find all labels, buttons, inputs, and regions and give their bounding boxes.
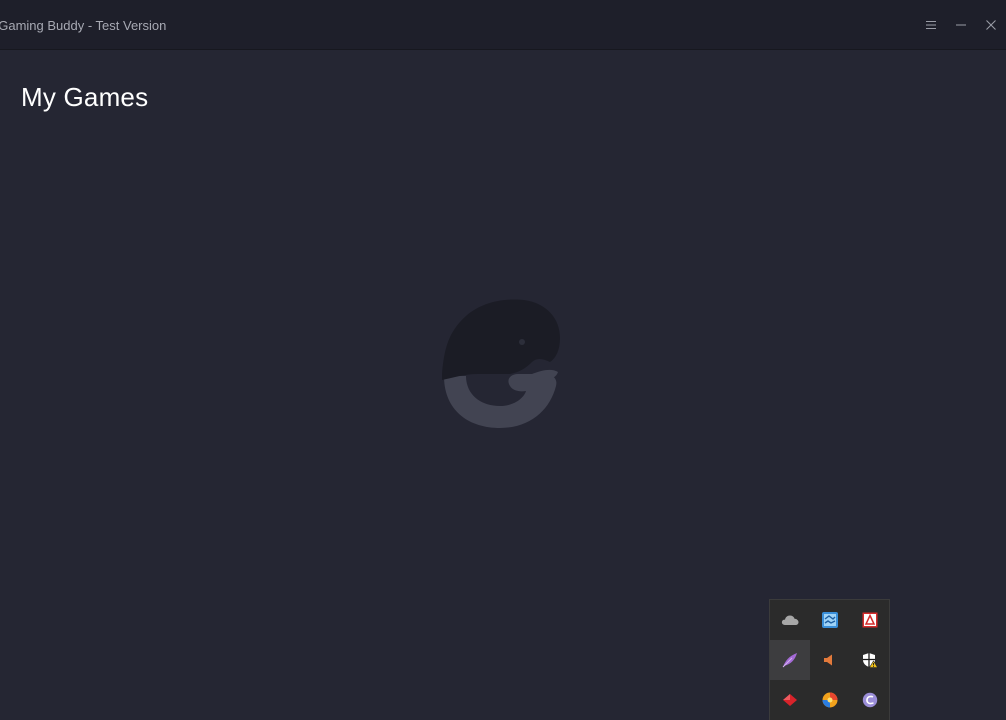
colorful-app-icon	[821, 691, 839, 709]
tray-item-bittorrent[interactable]	[850, 680, 890, 720]
speaker-volume-icon	[823, 653, 837, 667]
window-controls	[916, 10, 1006, 40]
tray-item-pdf-app[interactable]	[850, 600, 890, 640]
whale-mascot-logo	[438, 298, 562, 430]
minimize-icon	[955, 20, 967, 30]
hamburger-menu-icon	[925, 20, 937, 30]
title-bar[interactable]: t Gaming Buddy - Test Version	[0, 0, 1006, 50]
app-window: t Gaming Buddy - Test Version My Games	[0, 0, 1006, 720]
window-title: t Gaming Buddy - Test Version	[0, 18, 167, 33]
tray-item-red-diamond[interactable]	[770, 680, 810, 720]
red-diamond-app-icon	[782, 692, 798, 708]
tray-item-security-center[interactable]	[850, 640, 890, 680]
tray-item-volume[interactable]	[810, 640, 850, 680]
feather-app-icon	[781, 651, 799, 669]
tray-item-network-monitor[interactable]	[810, 600, 850, 640]
security-shield-warning-icon	[862, 652, 878, 668]
network-monitor-icon	[821, 611, 839, 629]
system-tray-overflow	[769, 599, 890, 720]
close-icon	[985, 19, 997, 31]
tray-icon-grid	[770, 600, 890, 720]
close-button[interactable]	[976, 10, 1006, 40]
tray-item-feather-app[interactable]	[770, 640, 810, 680]
page-title: My Games	[21, 82, 149, 112]
tray-item-onedrive[interactable]	[770, 600, 810, 640]
onedrive-cloud-icon	[781, 614, 799, 626]
pdf-app-icon	[862, 612, 878, 628]
minimize-button[interactable]	[946, 10, 976, 40]
tray-item-colorful-app[interactable]	[810, 680, 850, 720]
bittorrent-icon	[862, 692, 878, 708]
menu-button[interactable]	[916, 10, 946, 40]
